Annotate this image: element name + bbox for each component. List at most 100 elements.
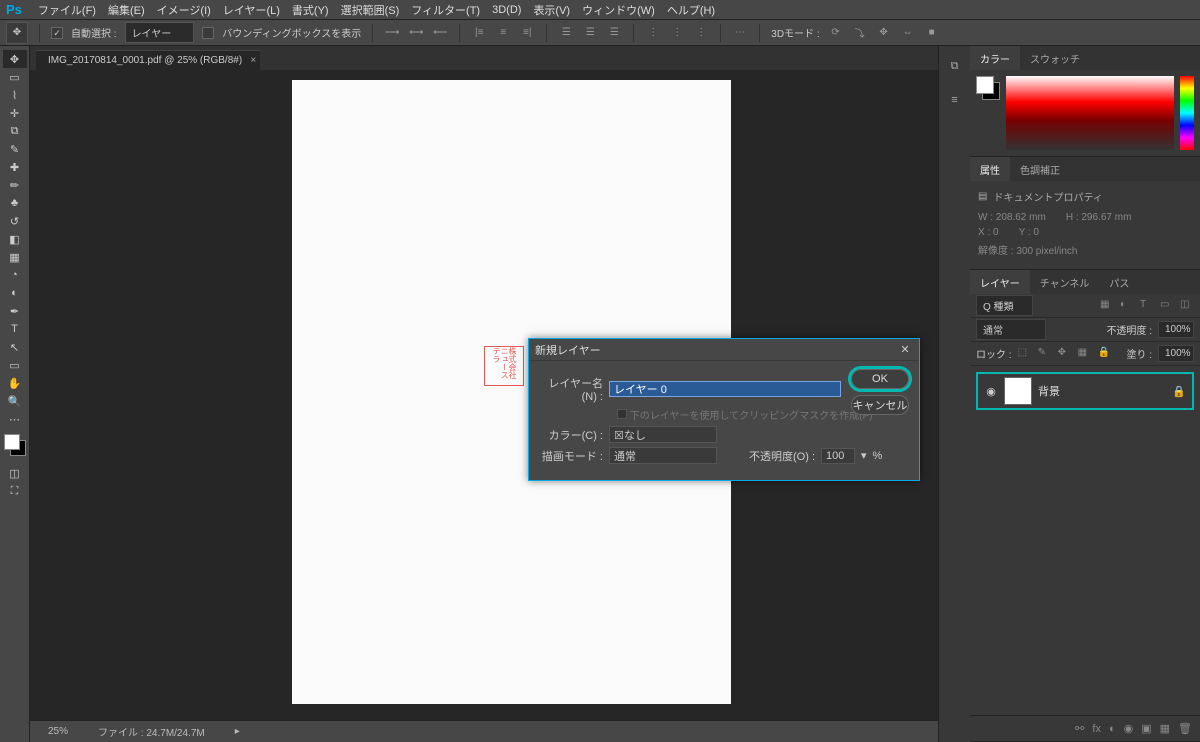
menu-type[interactable]: 書式(Y) xyxy=(286,2,335,18)
align-right-icon[interactable]: ≡| xyxy=(519,25,535,41)
tab-properties[interactable]: 属性 xyxy=(970,157,1010,181)
roll-3d-icon[interactable]: ⤵ xyxy=(852,25,868,41)
align-hmid-icon[interactable]: ≡ xyxy=(495,25,511,41)
document-tab[interactable]: IMG_20170814_0001.pdf @ 25% (RGB/8#) × xyxy=(36,50,260,70)
menu-filter[interactable]: フィルター(T) xyxy=(405,2,486,18)
ok-button[interactable]: OK xyxy=(851,369,909,389)
lock-transparency-icon[interactable]: ⬚ xyxy=(1018,347,1032,361)
layer-thumbnail[interactable] xyxy=(1004,377,1032,405)
brush-tool[interactable]: ✏ xyxy=(3,176,27,194)
filter-adjust-icon[interactable]: ◐ xyxy=(1120,299,1134,313)
align-bottom-icon[interactable]: ⟵ xyxy=(432,25,448,41)
hue-slider[interactable] xyxy=(1180,76,1194,150)
healing-tool[interactable]: ✚ xyxy=(3,158,27,176)
menu-view[interactable]: 表示(V) xyxy=(527,2,576,18)
gradient-tool[interactable]: ▦ xyxy=(3,248,27,266)
close-dialog-icon[interactable]: ✕ xyxy=(897,342,913,358)
screen-mode-tool[interactable]: ⛶ xyxy=(3,482,27,500)
move-tool-tile[interactable]: ✥ xyxy=(6,22,28,44)
layer-fx-icon[interactable]: fx xyxy=(1092,723,1101,735)
layer-name[interactable]: 背景 xyxy=(1038,383,1166,399)
layer-mask-icon[interactable]: ◐ xyxy=(1109,723,1116,735)
dist-hmid-icon[interactable]: ⋮ xyxy=(669,25,685,41)
zoom-3d-icon[interactable]: ■ xyxy=(924,25,940,41)
tab-channels[interactable]: チャンネル xyxy=(1030,270,1100,294)
color-dropdown[interactable]: ☒なし xyxy=(609,426,717,443)
lock-pixels-icon[interactable]: ✎ xyxy=(1038,347,1052,361)
lasso-tool[interactable]: ⌇ xyxy=(3,86,27,104)
shape-tool[interactable]: ▭ xyxy=(3,356,27,374)
layer-kind-dropdown[interactable]: Q 種類 xyxy=(976,295,1033,316)
dist-vmid-icon[interactable]: ☰ xyxy=(582,25,598,41)
link-layers-icon[interactable]: ⚯ xyxy=(1075,722,1084,735)
layer-name-input[interactable] xyxy=(609,381,841,397)
tab-adjustments[interactable]: 色調補正 xyxy=(1010,157,1070,181)
filter-pixel-icon[interactable]: ▦ xyxy=(1100,299,1114,313)
pan-3d-icon[interactable]: ✥ xyxy=(876,25,892,41)
visibility-icon[interactable]: ◉ xyxy=(984,385,998,398)
history-brush-tool[interactable]: ↺ xyxy=(3,212,27,230)
color-swatches[interactable] xyxy=(4,434,26,456)
opacity-input[interactable]: 100 xyxy=(821,448,855,464)
tab-paths[interactable]: パス xyxy=(1099,270,1139,294)
history-panel-icon[interactable]: ⧉ xyxy=(945,56,965,76)
bbox-checkbox[interactable] xyxy=(202,27,214,39)
orbit-3d-icon[interactable]: ⟳ xyxy=(828,25,844,41)
dist-right-icon[interactable]: ⋮ xyxy=(693,25,709,41)
delete-layer-icon[interactable]: 🗑 xyxy=(1178,722,1192,735)
auto-select-checkbox[interactable] xyxy=(51,27,63,39)
chevron-down-icon[interactable]: ▾ xyxy=(861,449,867,462)
marquee-tool[interactable]: ▭ xyxy=(3,68,27,86)
auto-select-dropdown[interactable]: レイヤー xyxy=(125,22,195,43)
menu-edit[interactable]: 編集(E) xyxy=(102,2,151,18)
dist-left-icon[interactable]: ⋮ xyxy=(645,25,661,41)
eraser-tool[interactable]: ◧ xyxy=(3,230,27,248)
align-top-icon[interactable]: ⟶ xyxy=(384,25,400,41)
filter-type-icon[interactable]: T xyxy=(1140,299,1154,313)
menu-help[interactable]: ヘルプ(H) xyxy=(661,2,721,18)
color-field[interactable] xyxy=(1006,76,1174,150)
status-chevron-icon[interactable]: ▸ xyxy=(235,726,240,737)
blend-mode-dropdown[interactable]: 通常 xyxy=(976,319,1046,340)
hand-tool[interactable]: ✋ xyxy=(3,374,27,392)
menu-image[interactable]: イメージ(I) xyxy=(151,2,217,18)
new-group-icon[interactable]: ▣ xyxy=(1141,722,1151,735)
panel-swatches[interactable] xyxy=(976,76,1000,100)
move-tool[interactable]: ✥ xyxy=(3,50,27,68)
tab-swatches[interactable]: スウォッチ xyxy=(1020,46,1090,70)
filter-shape-icon[interactable]: ▭ xyxy=(1160,299,1174,313)
dist-top-icon[interactable]: ☰ xyxy=(558,25,574,41)
new-layer-icon[interactable]: ▦ xyxy=(1160,722,1170,735)
cancel-button[interactable]: キャンセル xyxy=(851,395,909,415)
menu-window[interactable]: ウィンドウ(W) xyxy=(576,2,661,18)
mode-dropdown[interactable]: 通常 xyxy=(609,447,717,464)
lock-artboard-icon[interactable]: ▦ xyxy=(1078,347,1092,361)
overflow-icon[interactable]: ⋯ xyxy=(732,25,748,41)
more-tools[interactable]: ⋯ xyxy=(3,410,27,428)
tab-color[interactable]: カラー xyxy=(970,46,1020,70)
blur-tool[interactable]: ◔ xyxy=(3,266,27,284)
layer-row-bg[interactable]: ◉ 背景 🔒 xyxy=(976,372,1194,410)
fill-value[interactable]: 100% xyxy=(1158,345,1194,362)
path-tool[interactable]: ↖ xyxy=(3,338,27,356)
file-size-readout[interactable]: ファイル : 24.7M/24.7M xyxy=(98,724,205,739)
menu-3d[interactable]: 3D(D) xyxy=(486,4,527,16)
align-vmid-icon[interactable]: ⟷ xyxy=(408,25,424,41)
slide-3d-icon[interactable]: ⇔ xyxy=(900,25,916,41)
type-tool[interactable]: T xyxy=(3,320,27,338)
new-adjustment-icon[interactable]: ◉ xyxy=(1124,722,1134,735)
clone-tool[interactable]: ♣ xyxy=(3,194,27,212)
crop-tool[interactable]: ⧉ xyxy=(3,122,27,140)
zoom-tool[interactable]: 🔍 xyxy=(3,392,27,410)
dodge-tool[interactable]: ◐ xyxy=(3,284,27,302)
lock-all-icon[interactable]: 🔒 xyxy=(1098,347,1112,361)
eyedropper-tool[interactable]: ✎ xyxy=(3,140,27,158)
menu-layer[interactable]: レイヤー(L) xyxy=(217,2,286,18)
lock-icon[interactable]: 🔒 xyxy=(1172,385,1186,398)
pen-tool[interactable]: ✒ xyxy=(3,302,27,320)
align-left-icon[interactable]: |≡ xyxy=(471,25,487,41)
dist-bottom-icon[interactable]: ☰ xyxy=(606,25,622,41)
close-tab-icon[interactable]: × xyxy=(250,55,256,66)
opacity-value[interactable]: 100% xyxy=(1158,321,1194,338)
zoom-readout[interactable]: 25% xyxy=(48,726,68,737)
